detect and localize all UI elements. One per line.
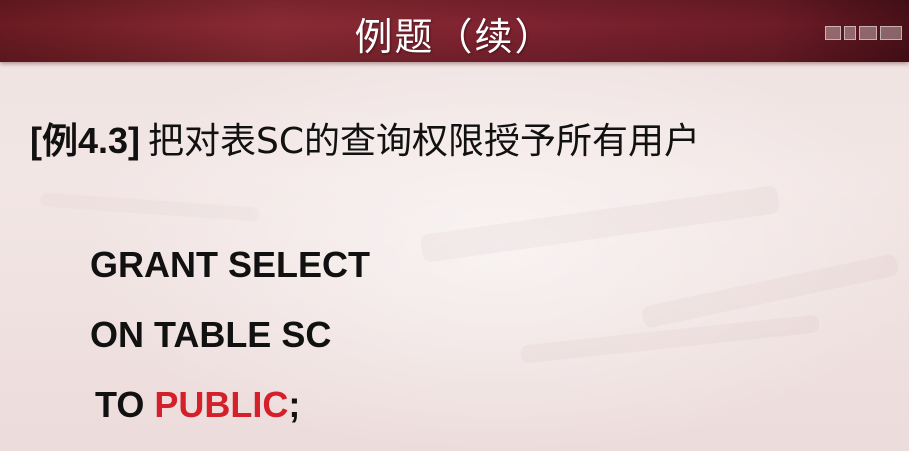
slide-title: 例题（续）	[354, 15, 555, 59]
sql-line-on-table: ON TABLE SC	[90, 314, 332, 355]
slide: 例题（续） [例4.3] 把对表SC的查询权限授予所有用户 GRANT SELEC…	[0, 0, 909, 451]
corner-decoration-icon	[825, 24, 905, 42]
sql-line-to: TO PUBLIC;	[95, 384, 300, 426]
sql-public-keyword: PUBLIC	[154, 384, 289, 425]
example-tag: [例4.3]	[30, 120, 141, 161]
sql-semicolon: ;	[288, 384, 301, 425]
sql-line-grant: GRANT SELECT	[90, 244, 371, 285]
example-heading: [例4.3] 把对表SC的查询权限授予所有用户	[30, 112, 700, 164]
example-description: 把对表SC的查询权限授予所有用户	[148, 121, 701, 162]
background-decoration	[419, 185, 781, 263]
title-bar: 例题（续）	[0, 0, 909, 62]
background-decoration	[640, 253, 900, 329]
sql-to-keyword: TO	[95, 384, 155, 425]
background-decoration	[39, 192, 261, 222]
